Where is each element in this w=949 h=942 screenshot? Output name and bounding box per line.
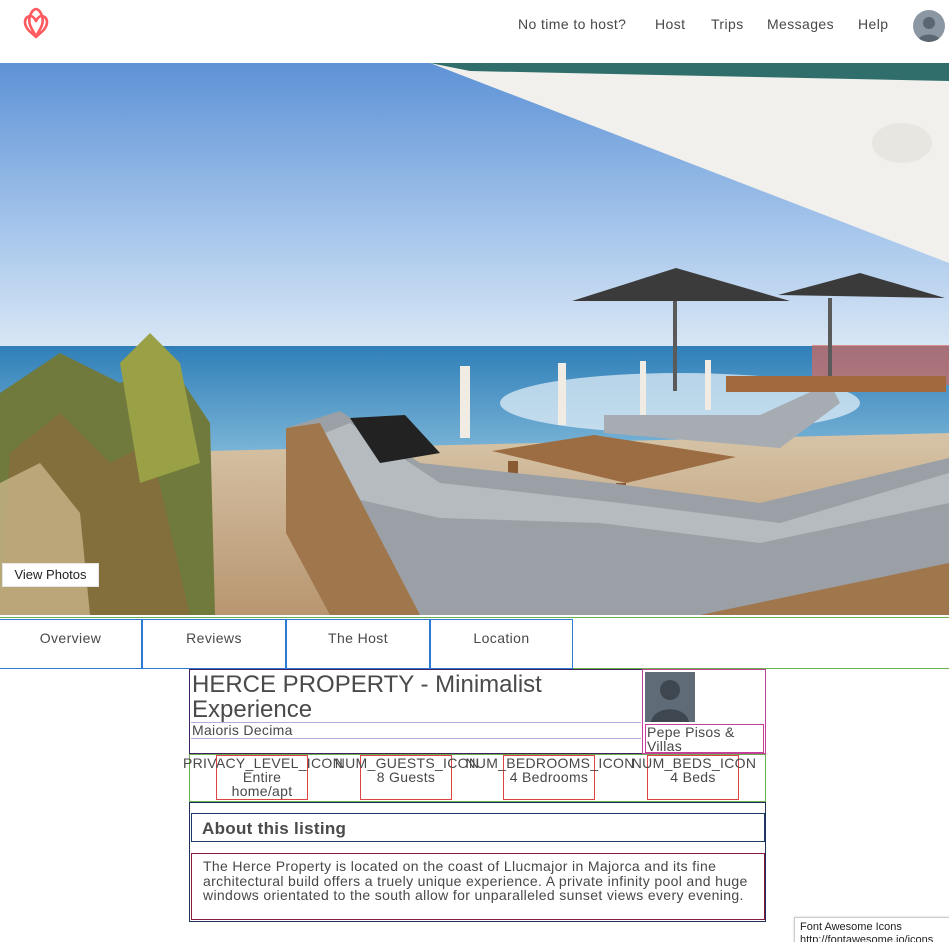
- tab-the-host[interactable]: The Host: [286, 619, 430, 669]
- host-avatar-icon[interactable]: [645, 672, 695, 722]
- attribution-title: Font Awesome Icons: [800, 921, 902, 933]
- tab-location[interactable]: Location: [430, 619, 573, 669]
- feature-num-guests: NUM_GUESTS_ICON 8 Guests: [335, 755, 479, 800]
- top-header: No time to host? Host Trips Messages Hel…: [0, 0, 949, 50]
- tab-reviews[interactable]: Reviews: [142, 619, 286, 669]
- listing-location: Maioris Decima: [192, 722, 293, 738]
- about-text: The Herce Property is located on the coa…: [203, 858, 748, 903]
- host-name[interactable]: Pepe Pisos & Villas: [645, 724, 764, 753]
- about-section: About this listing The Herce Property is…: [189, 802, 766, 922]
- feature-value: 4 Bedrooms: [509, 769, 589, 785]
- feature-privacy-level: PRIVACY_LEVEL_ICON Entire home/apt: [183, 755, 343, 800]
- airbnb-logo-icon[interactable]: [20, 7, 52, 41]
- listing-tabs: Overview Reviews The Host Location: [0, 617, 949, 669]
- nav-host[interactable]: Host: [655, 16, 685, 32]
- nav-help[interactable]: Help: [858, 16, 888, 32]
- about-heading: About this listing: [191, 813, 765, 842]
- nav-no-time-to-host[interactable]: No time to host?: [518, 16, 626, 32]
- host-card[interactable]: Pepe Pisos & Villas: [642, 669, 766, 754]
- feature-num-beds: NUM_BEDS_ICON 4 Beds: [632, 755, 756, 800]
- nav-messages[interactable]: Messages: [767, 16, 834, 32]
- attribution-link[interactable]: http://fontawesome.io/icons: [800, 934, 949, 942]
- listing-summary: HERCE PROPERTY - Minimalist Experience M…: [189, 669, 643, 754]
- feature-value: 4 Beds: [670, 769, 716, 785]
- user-avatar-icon[interactable]: [913, 10, 945, 42]
- feature-value: Entire home/apt: [231, 769, 293, 799]
- view-photos-button[interactable]: View Photos: [2, 563, 99, 587]
- beds-icon: NUM_BEDS_ICON: [631, 755, 757, 771]
- nav-trips[interactable]: Trips: [711, 16, 744, 32]
- hero-photo[interactable]: [0, 63, 949, 615]
- font-awesome-attribution[interactable]: Font Awesome Icons http://fontawesome.io…: [794, 917, 949, 942]
- about-body-box: The Herce Property is located on the coa…: [191, 853, 765, 920]
- listing-features: PRIVACY_LEVEL_ICON Entire home/apt NUM_G…: [183, 754, 766, 802]
- tab-overview[interactable]: Overview: [0, 619, 142, 669]
- listing-title: HERCE PROPERTY - Minimalist Experience: [192, 671, 542, 723]
- feature-num-bedrooms: NUM_BEDROOMS_ICON 4 Bedrooms: [465, 755, 634, 800]
- feature-value: 8 Guests: [376, 769, 436, 785]
